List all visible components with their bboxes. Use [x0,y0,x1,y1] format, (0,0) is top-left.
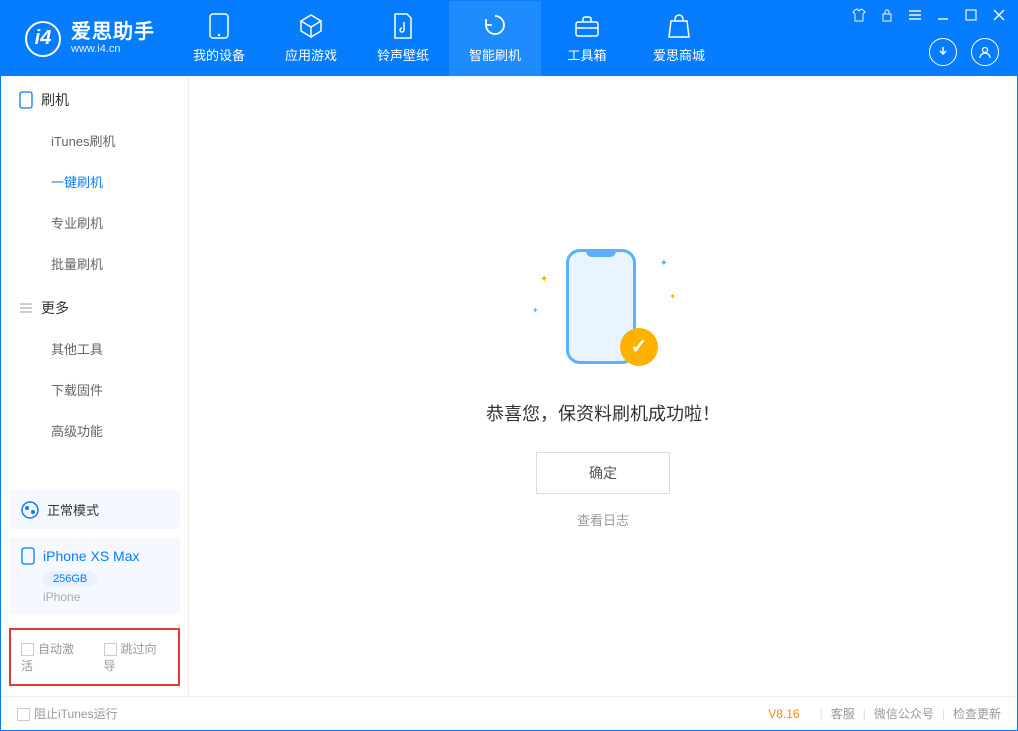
tab-ringtones[interactable]: 铃声壁纸 [357,1,449,76]
app-subtitle: www.i4.cn [71,43,155,55]
app-window: i4 爱思助手 www.i4.cn 我的设备 应用游戏 铃声壁纸 智能刷机 [0,0,1018,731]
auto-activate-checkbox[interactable]: 自动激活 [21,640,86,674]
tab-label: 铃声壁纸 [377,45,429,64]
tab-label: 智能刷机 [469,45,521,64]
app-title: 爱思助手 [71,21,155,43]
account-button[interactable] [971,38,999,66]
check-update-link[interactable]: 检查更新 [953,705,1001,722]
phone-small-icon [19,91,33,109]
lock-icon[interactable] [879,7,895,23]
titlebar: i4 爱思助手 www.i4.cn 我的设备 应用游戏 铃声壁纸 智能刷机 [1,1,1017,76]
tab-smart-flash[interactable]: 智能刷机 [449,1,541,76]
sidebar-section-flash: 刷机 [1,76,188,120]
block-itunes-checkbox[interactable]: 阻止iTunes运行 [17,705,118,722]
wechat-link[interactable]: 微信公众号 [874,705,934,722]
device-icon [206,13,232,39]
tshirt-icon[interactable] [851,7,867,23]
bag-icon [666,13,692,39]
sidebar-item-itunes-flash[interactable]: iTunes刷机 [1,120,188,161]
tab-my-device[interactable]: 我的设备 [173,1,265,76]
tab-label: 工具箱 [567,45,606,64]
section-label: 刷机 [41,90,69,110]
sidebar-item-batch-flash[interactable]: 批量刷机 [1,243,188,284]
main-tabs: 我的设备 应用游戏 铃声壁纸 智能刷机 工具箱 爱思商城 [173,1,725,76]
list-icon [19,302,33,314]
refresh-shield-icon [482,13,508,39]
main-content: ✓ ✦✦✦✦ 恭喜您，保资料刷机成功啦！ 确定 查看日志 [189,76,1017,696]
mode-indicator[interactable]: 正常模式 [9,490,180,529]
tab-apps[interactable]: 应用游戏 [265,1,357,76]
capacity-badge: 256GB [43,571,97,587]
tab-toolbox[interactable]: 工具箱 [541,1,633,76]
tab-label: 应用游戏 [285,45,337,64]
menu-icon[interactable] [907,7,923,23]
version-label: V8.16 [768,707,799,721]
device-small-icon [21,547,35,565]
tab-label: 爱思商城 [653,45,705,64]
body: 刷机 iTunes刷机 一键刷机 专业刷机 批量刷机 更多 其他工具 下载固件 … [1,76,1017,696]
mode-icon [21,501,39,519]
mode-label: 正常模式 [47,500,99,519]
logo-icon: i4 [25,21,61,57]
download-button[interactable] [929,38,957,66]
sidebar: 刷机 iTunes刷机 一键刷机 专业刷机 批量刷机 更多 其他工具 下载固件 … [1,76,189,696]
statusbar: 阻止iTunes运行 V8.16 | 客服 | 微信公众号 | 检查更新 [1,696,1017,730]
success-message: 恭喜您，保资料刷机成功啦！ [486,400,720,426]
support-link[interactable]: 客服 [831,705,855,722]
sidebar-item-other-tools[interactable]: 其他工具 [1,328,188,369]
sidebar-section-more: 更多 [1,284,188,328]
section-label: 更多 [41,298,69,318]
sidebar-item-download-firmware[interactable]: 下载固件 [1,369,188,410]
app-logo: i4 爱思助手 www.i4.cn [1,21,173,57]
window-controls [851,7,1007,23]
minimize-button[interactable] [935,7,951,23]
sidebar-item-advanced[interactable]: 高级功能 [1,410,188,451]
flash-options-highlighted: 自动激活 跳过向导 [9,628,180,686]
maximize-button[interactable] [963,7,979,23]
ok-button[interactable]: 确定 [536,452,670,494]
music-file-icon [390,13,416,39]
view-log-link[interactable]: 查看日志 [577,510,629,529]
toolbox-icon [574,13,600,39]
tab-store[interactable]: 爱思商城 [633,1,725,76]
tab-label: 我的设备 [193,45,245,64]
sidebar-item-oneclick-flash[interactable]: 一键刷机 [1,161,188,202]
close-button[interactable] [991,7,1007,23]
device-name-label: iPhone XS Max [43,548,140,564]
device-info[interactable]: iPhone XS Max 256GB iPhone [9,537,180,614]
device-type-label: iPhone [43,590,168,604]
sidebar-item-pro-flash[interactable]: 专业刷机 [1,202,188,243]
block-itunes-label: 阻止iTunes运行 [34,707,118,721]
cube-icon [298,13,324,39]
titlebar-actions [929,38,999,66]
check-icon: ✓ [620,328,658,366]
skip-guide-checkbox[interactable]: 跳过向导 [104,640,169,674]
success-illustration: ✓ ✦✦✦✦ [528,244,678,374]
